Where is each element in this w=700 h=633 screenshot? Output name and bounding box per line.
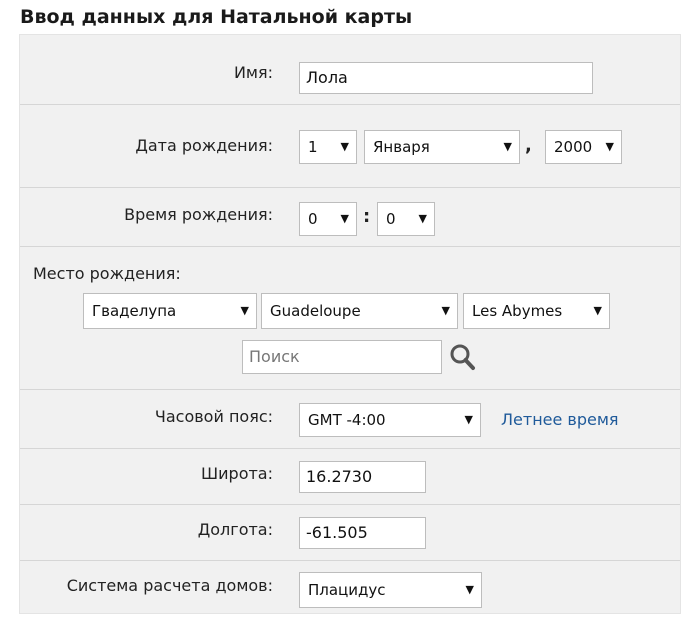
region-value: Guadeloupe	[270, 302, 361, 320]
year-value: 2000	[554, 138, 593, 156]
timezone-row: Часовой пояс: GMT -4:00 ▼ Летнее время	[20, 390, 680, 449]
chevron-down-icon: ▼	[240, 304, 249, 317]
city-select[interactable]: Les Abymes ▼	[463, 293, 610, 329]
latitude-label: Широта:	[201, 464, 273, 483]
timezone-value: GMT -4:00	[308, 411, 386, 429]
chevron-down-icon: ▼	[464, 413, 473, 426]
region-select[interactable]: Guadeloupe ▼	[261, 293, 458, 329]
minute-value: 0	[386, 210, 396, 228]
chevron-down-icon: ▼	[605, 140, 614, 153]
longitude-row: Долгота: -61.505	[20, 505, 680, 561]
country-value: Гваделупа	[92, 302, 177, 320]
name-label: Имя:	[233, 63, 273, 82]
name-input[interactable]: Лола	[299, 62, 593, 94]
year-select[interactable]: 2000 ▼	[545, 130, 622, 164]
birth-place-label: Место рождения:	[33, 264, 181, 283]
date-separator: ,	[525, 135, 532, 156]
day-select[interactable]: 1 ▼	[299, 130, 357, 164]
house-system-label: Система расчета домов:	[66, 576, 273, 595]
latitude-row: Широта: 16.2730	[20, 449, 680, 505]
form-title: Ввод данных для Натальной карты	[20, 6, 413, 28]
chevron-down-icon: ▼	[340, 212, 349, 225]
birth-date-label: Дата рождения:	[135, 136, 273, 155]
timezone-label: Часовой пояс:	[154, 407, 273, 426]
name-row: Имя: Лола	[20, 35, 680, 105]
place-search-input[interactable]: Поиск	[242, 340, 442, 374]
minute-select[interactable]: 0 ▼	[377, 202, 435, 236]
natal-chart-form: Имя: Лола Дата рождения: 1 ▼ Января ▼ , …	[19, 34, 681, 614]
longitude-label: Долгота:	[197, 520, 273, 539]
house-system-row: Система расчета домов: Плацидус ▼	[20, 561, 680, 613]
search-placeholder: Поиск	[249, 347, 300, 366]
hour-select[interactable]: 0 ▼	[299, 202, 357, 236]
birth-date-row: Дата рождения: 1 ▼ Января ▼ , 2000 ▼	[20, 105, 680, 188]
month-value: Января	[373, 138, 430, 156]
birth-time-row: Время рождения: 0 ▼ : 0 ▼	[20, 188, 680, 247]
dst-link[interactable]: Летнее время	[501, 410, 619, 429]
time-separator: :	[363, 206, 371, 227]
month-select[interactable]: Января ▼	[364, 130, 520, 164]
birth-time-label: Время рождения:	[124, 205, 273, 224]
chevron-down-icon: ▼	[503, 140, 512, 153]
city-value: Les Abymes	[472, 302, 563, 320]
chevron-down-icon: ▼	[441, 304, 450, 317]
latitude-input[interactable]: 16.2730	[299, 461, 426, 493]
chevron-down-icon: ▼	[340, 140, 349, 153]
house-system-value: Плацидус	[308, 581, 386, 599]
day-value: 1	[308, 138, 318, 156]
search-icon[interactable]	[446, 341, 478, 373]
country-select[interactable]: Гваделупа ▼	[83, 293, 257, 329]
birth-place-row: Место рождения: Гваделупа ▼ Guadeloupe ▼…	[20, 247, 680, 390]
chevron-down-icon: ▼	[418, 212, 427, 225]
timezone-select[interactable]: GMT -4:00 ▼	[299, 403, 481, 437]
chevron-down-icon: ▼	[465, 583, 474, 596]
chevron-down-icon: ▼	[593, 304, 602, 317]
longitude-input[interactable]: -61.505	[299, 517, 426, 549]
house-system-select[interactable]: Плацидус ▼	[299, 572, 482, 608]
hour-value: 0	[308, 210, 318, 228]
